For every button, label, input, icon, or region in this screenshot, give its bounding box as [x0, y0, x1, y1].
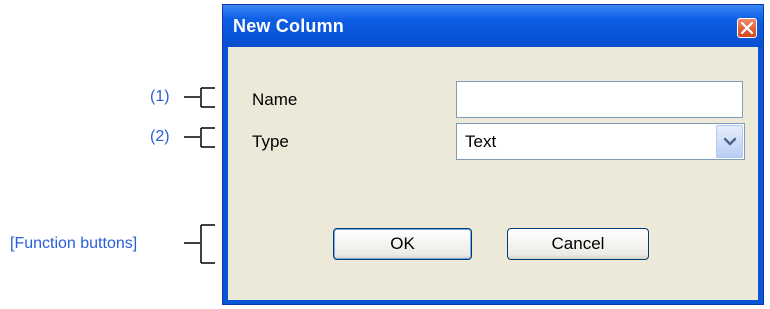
annotation-marker-type: (2): [150, 128, 170, 145]
dialog-body: Name Type Text OK Cancel: [228, 47, 758, 300]
close-button[interactable]: [737, 18, 757, 38]
bracket-type: [184, 127, 215, 148]
type-select[interactable]: Text: [456, 123, 745, 160]
annotation-marker-function-buttons: [Function buttons]: [10, 235, 138, 252]
new-column-dialog: New Column Name Type Text OK Cancel: [222, 4, 764, 305]
type-selected-value: Text: [465, 132, 497, 151]
title-bar[interactable]: New Column: [223, 5, 763, 47]
ok-button[interactable]: OK: [333, 228, 472, 260]
name-field[interactable]: [456, 81, 743, 118]
dialog-title: New Column: [233, 16, 345, 36]
close-icon: [741, 22, 753, 34]
bracket-function-buttons: [184, 224, 215, 264]
type-dropdown-button[interactable]: [716, 125, 743, 158]
cancel-button[interactable]: Cancel: [507, 228, 649, 260]
chevron-down-icon: [723, 137, 737, 146]
name-label: Name: [252, 90, 298, 109]
annotation-marker-name: (1): [150, 88, 170, 105]
bracket-name: [184, 87, 215, 108]
type-label: Type: [252, 132, 289, 151]
